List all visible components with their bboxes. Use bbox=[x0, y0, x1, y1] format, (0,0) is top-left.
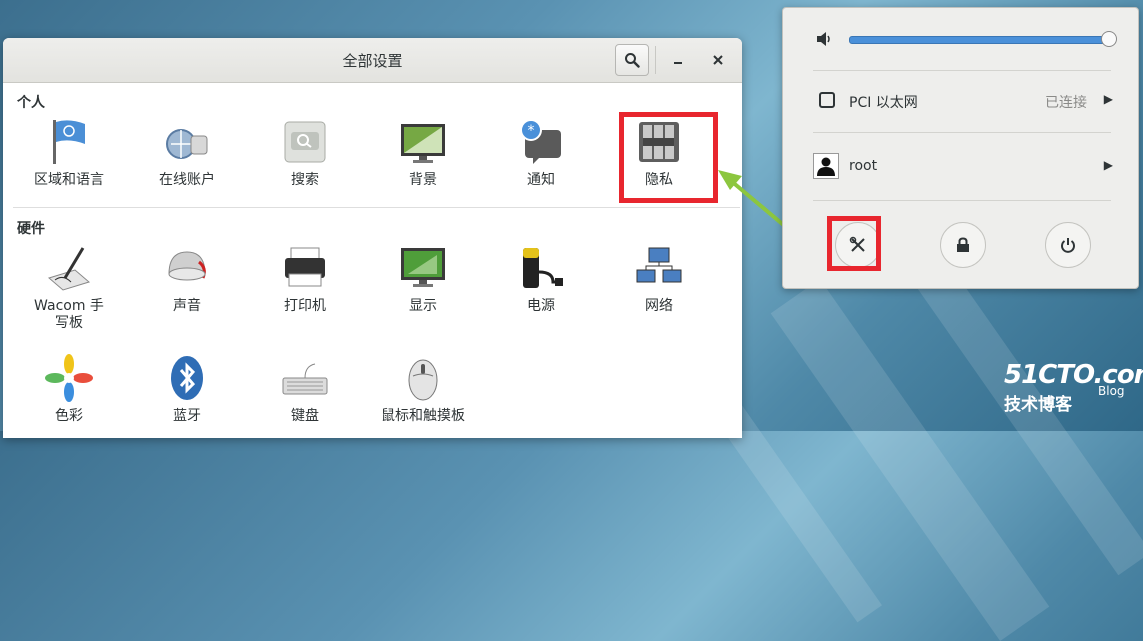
background-icon bbox=[399, 118, 447, 166]
network-status: 已连接 bbox=[1045, 95, 1087, 111]
watermark: 51CTO.com 技术博客 Blog bbox=[1004, 360, 1143, 415]
volume-slider-handle[interactable] bbox=[1101, 31, 1117, 47]
settings-item-label: 网络 bbox=[645, 298, 673, 314]
section-hardware-label: 硬件 bbox=[17, 221, 45, 237]
settings-item-notifications[interactable]: * 通知 bbox=[482, 118, 600, 189]
power-battery-icon bbox=[517, 244, 565, 292]
watermark-line2: 技术博客 bbox=[1004, 395, 1072, 415]
popup-divider bbox=[813, 70, 1111, 71]
search-icon bbox=[625, 53, 640, 68]
user-avatar-icon bbox=[813, 153, 839, 179]
settings-item-sound[interactable]: 声音 bbox=[128, 244, 246, 315]
settings-item-label: 区域和语言 bbox=[34, 172, 104, 188]
section-divider bbox=[13, 207, 740, 208]
titlebar-separator bbox=[655, 46, 656, 74]
lock-icon bbox=[957, 237, 969, 252]
notification-icon: * bbox=[517, 118, 565, 166]
popup-divider bbox=[813, 132, 1111, 133]
settings-item-label: 声音 bbox=[173, 298, 201, 314]
settings-item-region[interactable]: 区域和语言 bbox=[10, 118, 128, 189]
settings-item-display[interactable]: 显示 bbox=[364, 244, 482, 315]
settings-item-search[interactable]: 搜索 bbox=[246, 118, 364, 189]
chevron-right-icon: ▶ bbox=[1103, 92, 1113, 106]
user-row[interactable]: root ▶ bbox=[813, 149, 1113, 183]
minimize-button[interactable] bbox=[665, 47, 691, 73]
network-icon bbox=[635, 244, 683, 292]
settings-item-bluetooth[interactable]: 蓝牙 bbox=[128, 354, 246, 425]
volume-icon bbox=[815, 30, 833, 52]
popup-divider bbox=[813, 200, 1111, 201]
settings-item-background[interactable]: 背景 bbox=[364, 118, 482, 189]
settings-item-label: 显示 bbox=[409, 298, 437, 314]
user-label: root bbox=[849, 158, 878, 174]
close-icon bbox=[713, 55, 723, 65]
search-button[interactable] bbox=[615, 44, 649, 76]
settings-window: 全部设置 个人 区域和语言 在线账户 搜索 背景 * 通知 隐私 硬件 Waco… bbox=[3, 38, 742, 438]
settings-item-label: 搜索 bbox=[291, 172, 319, 188]
volume-slider[interactable] bbox=[849, 36, 1111, 44]
settings-item-label: 背景 bbox=[409, 172, 437, 188]
mouse-icon bbox=[399, 354, 447, 402]
settings-item-label: 打印机 bbox=[284, 298, 326, 314]
settings-item-label: 鼠标和触摸板 bbox=[381, 408, 465, 424]
settings-item-wacom[interactable]: Wacom 手写板 bbox=[10, 244, 128, 332]
printer-icon bbox=[281, 244, 329, 292]
settings-item-label: 通知 bbox=[527, 172, 555, 188]
settings-item-label: 蓝牙 bbox=[173, 408, 201, 424]
region-flag-icon bbox=[45, 118, 93, 166]
settings-item-color[interactable]: 色彩 bbox=[10, 354, 128, 425]
search-settings-icon bbox=[281, 118, 329, 166]
power-button[interactable] bbox=[1045, 222, 1091, 268]
watermark-line3: Blog bbox=[1098, 384, 1125, 398]
settings-item-online-accounts[interactable]: 在线账户 bbox=[128, 118, 246, 189]
settings-item-power[interactable]: 电源 bbox=[482, 244, 600, 315]
desktop-streak bbox=[770, 278, 1050, 641]
svg-text:*: * bbox=[528, 123, 535, 139]
settings-item-label: 键盘 bbox=[291, 408, 319, 424]
bluetooth-icon bbox=[163, 354, 211, 402]
sound-icon bbox=[163, 244, 211, 292]
lock-button[interactable] bbox=[940, 222, 986, 268]
close-button[interactable] bbox=[705, 47, 731, 73]
settings-item-network[interactable]: 网络 bbox=[600, 244, 718, 315]
minimize-icon bbox=[674, 62, 682, 64]
privacy-highlight-box bbox=[619, 112, 718, 203]
title-bar: 全部设置 bbox=[3, 38, 742, 83]
keyboard-icon bbox=[281, 354, 329, 402]
network-row[interactable]: PCI 以太网 已连接 ▶ bbox=[813, 83, 1113, 117]
display-icon bbox=[399, 244, 447, 292]
chevron-right-icon: ▶ bbox=[1103, 158, 1113, 172]
section-personal-label: 个人 bbox=[17, 95, 45, 111]
settings-item-label: 电源 bbox=[527, 298, 555, 314]
settings-item-printer[interactable]: 打印机 bbox=[246, 244, 364, 315]
settings-item-keyboard[interactable]: 键盘 bbox=[246, 354, 364, 425]
color-icon bbox=[45, 354, 93, 402]
settings-item-label: Wacom 手写板 bbox=[34, 298, 104, 331]
online-accounts-icon bbox=[163, 118, 211, 166]
settings-item-label: 色彩 bbox=[55, 408, 83, 424]
ethernet-icon bbox=[819, 92, 835, 108]
settings-item-label: 在线账户 bbox=[159, 172, 215, 188]
settings-item-mouse[interactable]: 鼠标和触摸板 bbox=[364, 354, 482, 425]
settings-button-highlight-box bbox=[827, 216, 881, 271]
network-label: PCI 以太网 bbox=[849, 95, 918, 111]
power-icon bbox=[1061, 238, 1075, 253]
wacom-tablet-icon bbox=[45, 244, 93, 292]
